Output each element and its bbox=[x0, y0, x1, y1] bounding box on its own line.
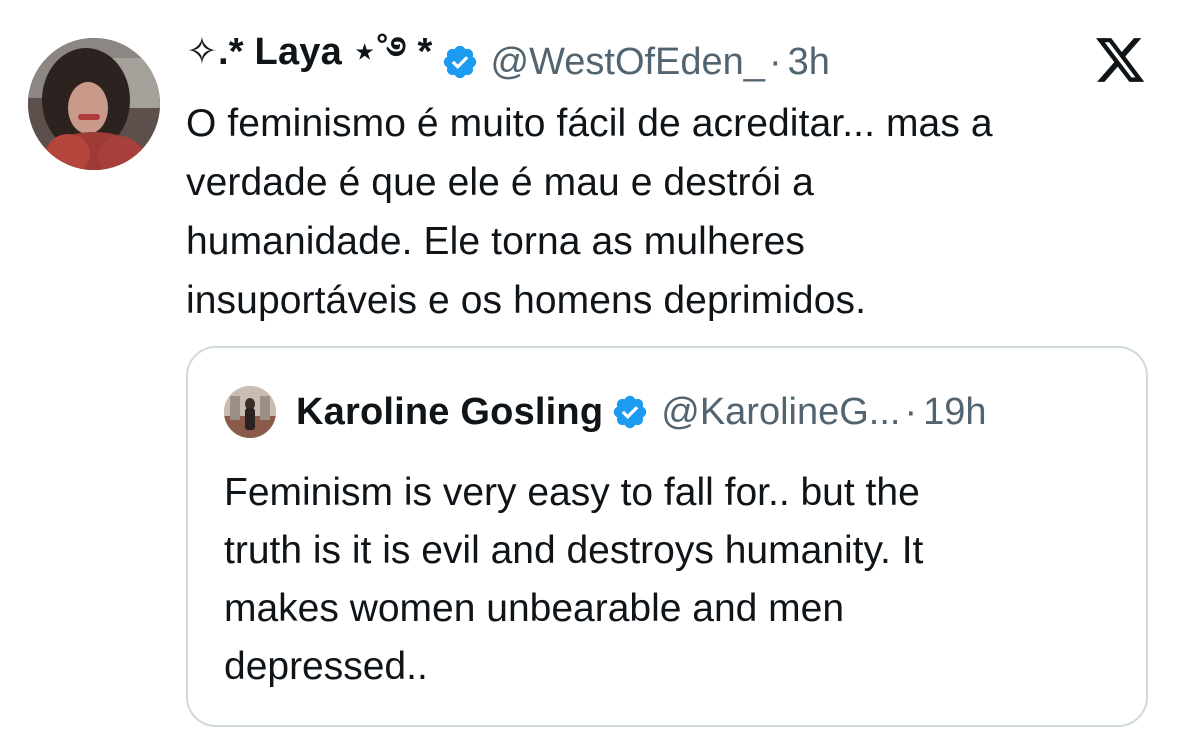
verified-badge-icon bbox=[443, 45, 476, 79]
quoted-author-name[interactable]: Karoline Gosling bbox=[296, 391, 603, 434]
separator-dot: · bbox=[768, 40, 782, 83]
author-avatar-image bbox=[28, 38, 160, 170]
separator-dot: · bbox=[904, 390, 918, 433]
quoted-text-line: makes women unbearable and men bbox=[224, 587, 845, 630]
quoted-tweet-timestamp[interactable]: 19h bbox=[923, 391, 986, 434]
tweet-text: O feminismo é muito fácil de acreditar..… bbox=[186, 94, 1146, 330]
verified-badge-icon bbox=[614, 395, 647, 429]
author-avatar[interactable] bbox=[28, 38, 160, 170]
tweet-text-line: humanidade. Ele torna as mulheres bbox=[186, 220, 805, 263]
quoted-author-avatar-image bbox=[224, 386, 276, 438]
quoted-author-handle[interactable]: @KarolineG... bbox=[661, 391, 900, 434]
tweet-header: ✧.* Laya ⋆˚࿔ * @WestOfEden_ · 3h bbox=[186, 31, 830, 90]
quoted-tweet-card[interactable]: Karoline Gosling @KarolineG... · 19h Fem… bbox=[186, 346, 1148, 727]
quoted-text-line: truth is it is evil and destroys humanit… bbox=[224, 529, 924, 572]
tweet-text-line: O feminismo é muito fácil de acreditar..… bbox=[186, 102, 993, 145]
tweet-text-line: verdade é que ele é mau e destrói a bbox=[186, 161, 814, 204]
quoted-author-avatar[interactable] bbox=[224, 386, 276, 438]
quoted-text-line: depressed.. bbox=[224, 645, 428, 688]
quoted-tweet-header: Karoline Gosling @KarolineG... · 19h bbox=[296, 384, 987, 440]
quoted-text-line: Feminism is very easy to fall for.. but … bbox=[224, 471, 920, 514]
tweet-timestamp[interactable]: 3h bbox=[788, 41, 830, 84]
quoted-tweet-text: Feminism is very easy to fall for.. but … bbox=[224, 464, 1124, 696]
tweet-text-line: insuportáveis e os homens deprimidos. bbox=[186, 279, 867, 322]
author-handle[interactable]: @WestOfEden_ bbox=[491, 41, 765, 84]
x-logo-icon bbox=[1096, 38, 1145, 82]
